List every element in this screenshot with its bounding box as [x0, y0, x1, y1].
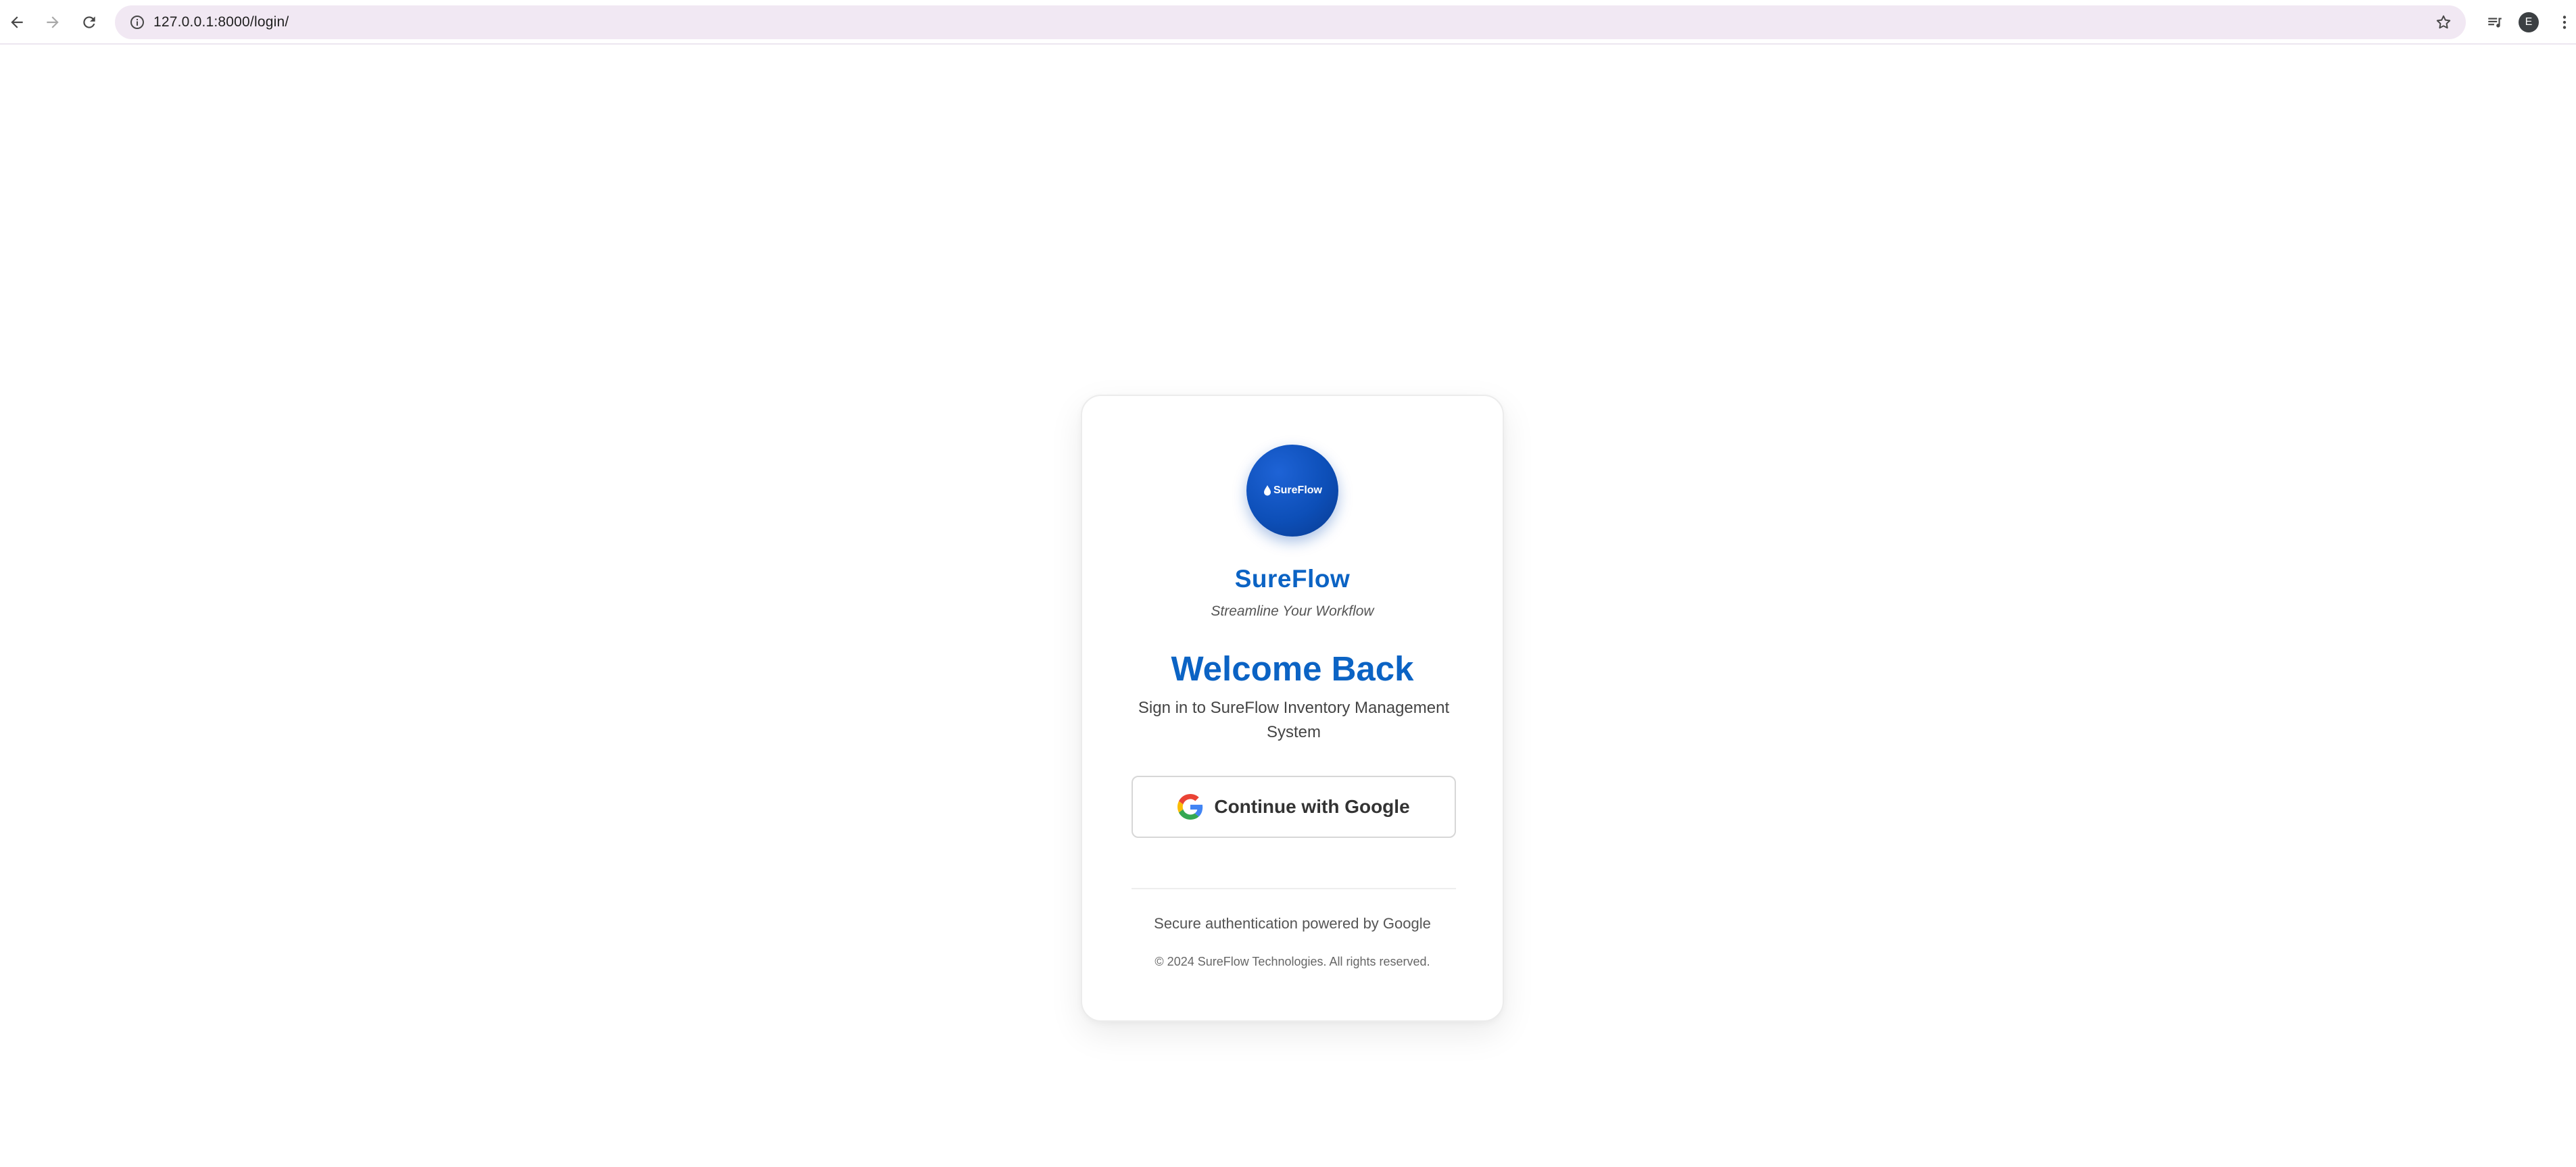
site-info-button[interactable]: [123, 8, 151, 36]
reload-icon: [83, 16, 95, 28]
google-button-label: Continue with Google: [1214, 796, 1410, 817]
divider: [1132, 888, 1456, 889]
brand-name: SureFlow: [1234, 565, 1351, 593]
back-button[interactable]: [3, 8, 31, 36]
water-drop-icon: [1263, 485, 1271, 496]
info-icon: [130, 16, 144, 29]
arrow-left-icon: [11, 16, 23, 28]
secure-auth-text: Secure authentication powered by Google: [1154, 915, 1431, 932]
logo-text: SureFlow: [1273, 485, 1322, 496]
login-card: SureFlow SureFlow Streamline Your Workfl…: [1081, 395, 1504, 1022]
page-title: Welcome Back: [1171, 649, 1414, 688]
star-icon: [2436, 15, 2451, 29]
arrow-right-icon: [47, 16, 59, 28]
forward-button[interactable]: [39, 8, 67, 36]
more-vert-icon: [2562, 16, 2567, 29]
sureflow-logo: SureFlow: [1246, 445, 1338, 537]
reload-button[interactable]: [75, 8, 103, 36]
continue-with-google-button[interactable]: Continue with Google: [1132, 776, 1456, 838]
browser-toolbar: 127.0.0.1:8000/login/ E: [0, 0, 2576, 45]
tagline: Streamline Your Workflow: [1211, 603, 1374, 619]
google-logo-icon: [1177, 794, 1203, 820]
browser-menu-button[interactable]: [2554, 8, 2575, 36]
media-controls-button[interactable]: [2481, 8, 2509, 36]
url-text[interactable]: 127.0.0.1:8000/login/: [153, 5, 289, 39]
bookmark-button[interactable]: [2431, 9, 2456, 35]
profile-avatar[interactable]: E: [2519, 12, 2539, 32]
playlist-icon: [2488, 18, 2502, 28]
login-subtitle: Sign in to SureFlow Inventory Management…: [1138, 699, 1450, 741]
address-bar[interactable]: 127.0.0.1:8000/login/: [115, 5, 2466, 39]
copyright-text: © 2024 SureFlow Technologies. All rights…: [1155, 955, 1430, 968]
